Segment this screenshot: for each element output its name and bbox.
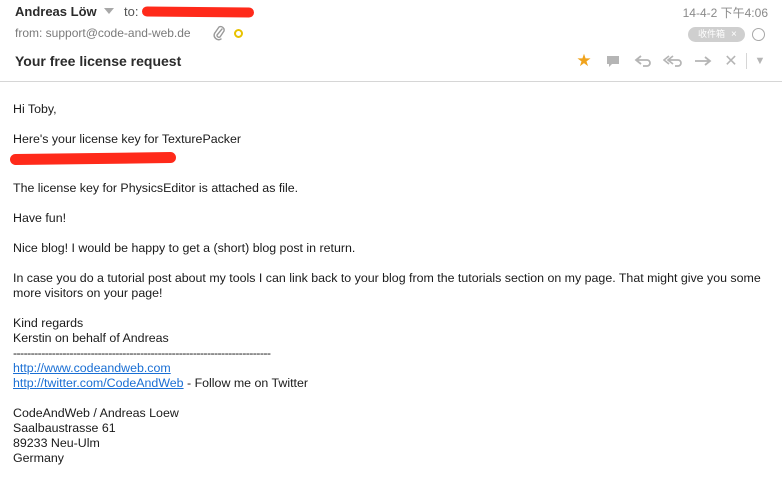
comment-icon[interactable]: [604, 52, 622, 70]
message-header: Andreas Löw to: 14-4-2 下午4:06 from: supp…: [0, 0, 782, 82]
toolbar-divider: [746, 53, 747, 69]
reply-icon[interactable]: [632, 52, 654, 70]
recipient-redaction: [141, 6, 255, 18]
license-intro: Here's your license key for TexturePacke…: [13, 132, 242, 146]
signature-name: Kerstin on behalf of Andreas: [13, 331, 169, 345]
country: Germany: [13, 451, 64, 465]
message-toolbar: ★ ✕ ▼: [574, 51, 774, 70]
license-key-redaction: [9, 151, 177, 166]
blog-note: Nice blog! I would be happy to get a (sh…: [13, 241, 356, 255]
twitter-suffix: - Follow me on Twitter: [183, 376, 308, 390]
have-fun: Have fun!: [13, 211, 67, 225]
remove-label-icon[interactable]: ×: [731, 29, 737, 40]
forward-icon[interactable]: [692, 52, 714, 70]
email-subject: Your free license request: [15, 53, 182, 69]
from-address: from: support@code-and-web.de: [15, 26, 191, 40]
status-dot-icon: [234, 29, 243, 38]
postal-city: 89233 Neu-Ulm: [13, 436, 100, 450]
attachment-icon[interactable]: [212, 25, 226, 41]
inbox-label-text: 收件箱: [698, 29, 726, 39]
to-label: to:: [124, 4, 139, 19]
tutorial-note: In case you do a tutorial post about my …: [13, 271, 761, 300]
website-link[interactable]: http://www.codeandweb.com: [13, 361, 171, 375]
reply-all-icon[interactable]: [662, 52, 684, 70]
inbox-label-badge[interactable]: 收件箱 ×: [688, 27, 745, 42]
physicseditor-note: The license key for PhysicsEditor is att…: [13, 181, 299, 195]
twitter-link[interactable]: http://twitter.com/CodeAndWeb: [13, 376, 184, 390]
greeting: Hi Toby,: [13, 102, 57, 116]
email-body: Hi Toby, Here's your license key for Tex…: [9, 102, 773, 466]
select-circle-icon[interactable]: [752, 28, 765, 41]
more-actions-icon[interactable]: ▼: [752, 52, 768, 70]
signature-divider: ----------------------------------------…: [13, 346, 271, 360]
sender-name[interactable]: Andreas Löw: [15, 4, 97, 19]
delete-icon[interactable]: ✕: [722, 52, 740, 70]
company-name: CodeAndWeb / Andreas Loew: [13, 406, 179, 420]
star-icon[interactable]: ★: [574, 51, 594, 70]
sender-dropdown-icon[interactable]: [104, 8, 114, 14]
message-date: 14-4-2 下午4:06: [682, 6, 768, 20]
sign-off: Kind regards: [13, 316, 84, 330]
street-address: Saalbaustrasse 61: [13, 421, 116, 435]
